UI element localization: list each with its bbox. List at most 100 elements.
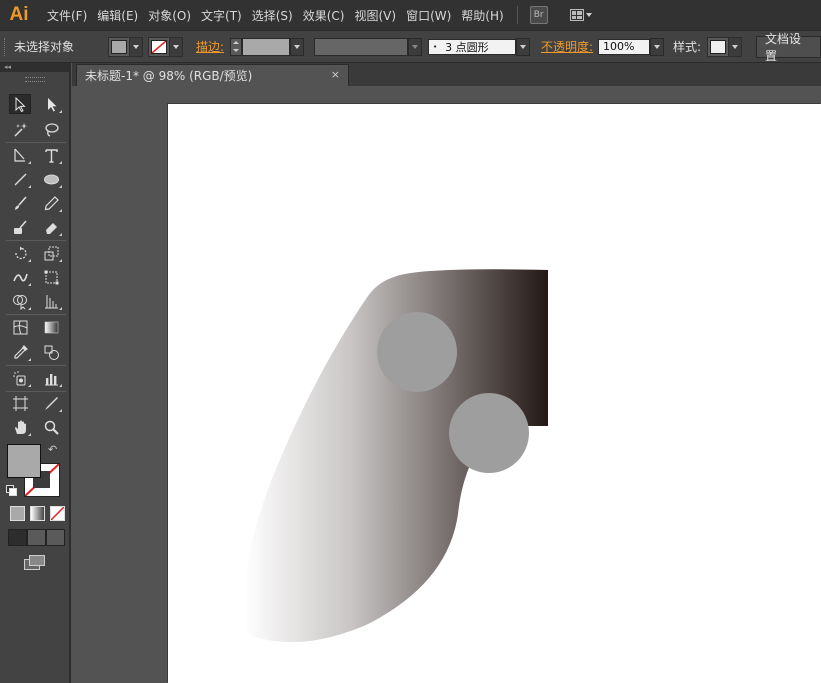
canvas-area[interactable]	[72, 86, 821, 683]
bridge-button[interactable]: Br	[529, 6, 548, 24]
selection-status: 未选择对象	[14, 40, 75, 54]
free-transform-tool[interactable]	[40, 267, 62, 287]
perspective-grid-tool[interactable]	[40, 291, 62, 311]
shape-builder-tool[interactable]	[9, 291, 31, 311]
stroke-color-dropdown[interactable]	[148, 36, 183, 57]
collapse-panel-button[interactable]: ◂◂	[0, 63, 69, 72]
color-mode-button[interactable]	[10, 506, 25, 521]
control-bar: 未选择对象 描边: • 3 点圆形 不透明度: 100% 样式: 文档设置	[0, 30, 821, 63]
workspace-switcher[interactable]	[569, 9, 592, 21]
gradient-icon	[44, 321, 58, 333]
artwork	[244, 269, 549, 643]
panel-grip[interactable]	[4, 37, 8, 56]
brush-definition-field[interactable]: • 3 点圆形	[428, 38, 516, 55]
artboard-tool[interactable]	[9, 393, 31, 413]
screen-mode-button[interactable]	[24, 555, 45, 570]
artboard[interactable]	[168, 104, 821, 683]
opacity-dropdown[interactable]	[650, 37, 664, 56]
arrow-icon	[15, 96, 26, 112]
stroke-label[interactable]: 描边:	[196, 38, 224, 55]
gradient-mode-button[interactable]	[30, 506, 45, 521]
opacity-label[interactable]: 不透明度:	[541, 38, 593, 55]
eraser-tool[interactable]	[40, 217, 62, 237]
pencil-tool[interactable]	[40, 193, 62, 213]
style-swatch	[710, 39, 726, 54]
layout-grid-icon	[569, 9, 584, 21]
default-colors-icon[interactable]	[6, 485, 17, 496]
draw-inside-button[interactable]	[46, 529, 65, 546]
pen-tool[interactable]	[9, 145, 31, 165]
panel-grip[interactable]	[24, 77, 45, 82]
scale-tool[interactable]	[40, 243, 62, 263]
document-tab-bar: 未标题-1* @ 98% (RGB/预览) ×	[72, 63, 821, 86]
rotate-tool[interactable]	[9, 243, 31, 263]
blend-icon	[44, 345, 59, 360]
document-setup-button[interactable]: 文档设置	[756, 32, 821, 63]
blend-tool[interactable]	[40, 342, 62, 362]
width-tool[interactable]	[9, 267, 31, 287]
gray-circle-lower[interactable]	[449, 393, 529, 473]
pencil-icon	[44, 195, 59, 210]
blob-brush-icon	[13, 219, 27, 234]
fill-swatch	[111, 39, 127, 54]
type-icon	[44, 148, 58, 163]
menu-file[interactable]: 文件(F)	[47, 7, 87, 24]
line-icon	[14, 173, 26, 185]
draw-normal-button[interactable]	[8, 529, 27, 546]
menu-type[interactable]: 文字(T)	[201, 7, 242, 24]
gray-circle-upper[interactable]	[377, 312, 457, 392]
menu-bar: Ai 文件(F) 编辑(E) 对象(O) 文字(T) 选择(S) 效果(C) 视…	[0, 0, 821, 30]
document-tab-title: 未标题-1* @ 98% (RGB/预览)	[85, 69, 253, 83]
fill-swatch-front[interactable]	[7, 444, 41, 478]
stroke-weight-input[interactable]	[242, 37, 290, 56]
app-logo: Ai	[9, 4, 29, 25]
symbol-sprayer-tool[interactable]	[9, 368, 31, 388]
graphic-style-dropdown[interactable]	[707, 36, 742, 57]
artboard-icon	[12, 395, 28, 411]
magic-wand-icon	[13, 122, 27, 137]
paintbrush-tool[interactable]	[9, 193, 31, 213]
menu-view[interactable]: 视图(V)	[354, 7, 396, 24]
zoom-tool[interactable]	[40, 417, 62, 437]
style-label: 样式:	[673, 40, 702, 54]
eyedropper-icon	[13, 344, 28, 359]
stroke-weight-dropdown[interactable]	[290, 37, 304, 56]
brush-dropdown[interactable]	[516, 37, 530, 56]
menu-object[interactable]: 对象(O)	[148, 7, 191, 24]
ellipse-tool[interactable]	[40, 169, 62, 189]
column-graph-tool[interactable]	[40, 368, 62, 388]
menu-window[interactable]: 窗口(W)	[406, 7, 451, 24]
eraser-icon	[45, 222, 57, 234]
draw-behind-button[interactable]	[27, 529, 46, 546]
fill-color-dropdown[interactable]	[108, 36, 143, 57]
menu-effect[interactable]: 效果(C)	[303, 7, 345, 24]
eyedropper-tool[interactable]	[9, 342, 31, 362]
none-mode-button[interactable]	[50, 506, 65, 521]
variable-width-profile[interactable]	[314, 37, 408, 56]
blob-brush-tool[interactable]	[9, 217, 31, 237]
type-tool[interactable]	[40, 145, 62, 165]
menu-edit[interactable]: 编辑(E)	[97, 7, 138, 24]
chevron-down-icon	[129, 37, 142, 56]
free-transform-icon	[44, 270, 58, 284]
menu-select[interactable]: 选择(S)	[252, 7, 293, 24]
chevron-down-icon	[585, 13, 592, 17]
gradient-tool[interactable]	[40, 317, 62, 337]
chevron-down-icon	[728, 37, 741, 56]
magic-wand-tool[interactable]	[9, 119, 31, 139]
document-tab[interactable]: 未标题-1* @ 98% (RGB/预览) ×	[76, 64, 349, 86]
opacity-input[interactable]: 100%	[598, 38, 650, 55]
selection-tool[interactable]	[9, 94, 31, 114]
mesh-tool[interactable]	[9, 317, 31, 337]
swap-fill-stroke-icon[interactable]: ↶	[48, 443, 57, 456]
profile-dropdown[interactable]	[408, 37, 422, 56]
close-icon[interactable]: ×	[331, 68, 340, 81]
direct-selection-tool[interactable]	[40, 94, 62, 114]
menu-help[interactable]: 帮助(H)	[461, 7, 503, 24]
stroke-weight-stepper[interactable]	[230, 37, 242, 56]
line-segment-tool[interactable]	[9, 169, 31, 189]
lasso-tool[interactable]	[40, 119, 62, 139]
hand-tool[interactable]	[9, 417, 31, 437]
shape-builder-icon	[12, 294, 27, 310]
slice-tool[interactable]	[40, 393, 62, 413]
